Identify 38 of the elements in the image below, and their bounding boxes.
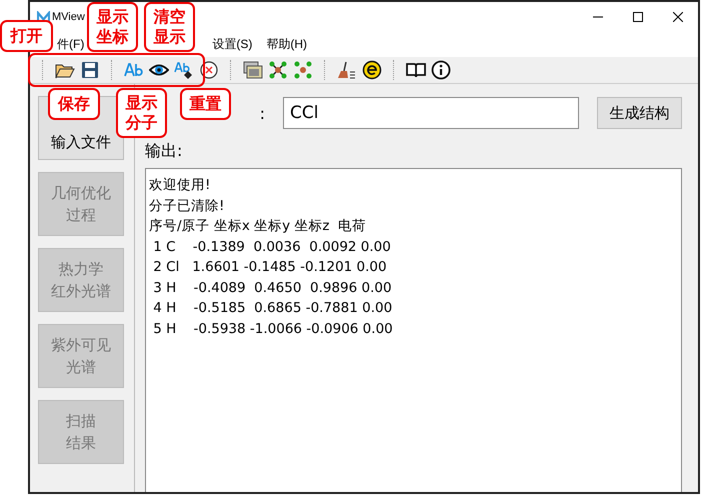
windows-icon[interactable] [243, 60, 263, 80]
output-line: 分子已清除! [149, 196, 226, 216]
maximize-icon[interactable] [633, 12, 643, 22]
menu-item[interactable]: 帮助(H) [266, 34, 307, 55]
input-label: : [258, 104, 265, 122]
book-icon[interactable] [406, 60, 426, 80]
window-title: MView [52, 11, 85, 23]
e-icon[interactable] [362, 60, 382, 80]
output-line: 5 H -0.5938 -1.0066 -0.0906 0.00 [152, 320, 394, 338]
clear-icon[interactable] [199, 60, 219, 80]
output-line: 2 Cl 1.6601 -0.1485 -0.1201 0.00 [152, 258, 388, 277]
save-icon[interactable] [80, 60, 100, 80]
app-icon [37, 10, 50, 24]
callout-label: 坐标 [96, 27, 128, 47]
callout-label: 显示 [154, 27, 186, 47]
callout-label: 保存 [58, 94, 90, 114]
callout-label: 显示 [126, 93, 158, 113]
callout-label: 清空 [154, 7, 186, 27]
callout-label: 打开 [10, 26, 42, 46]
close-icon[interactable] [673, 12, 683, 22]
text-eraser-icon[interactable] [174, 60, 194, 80]
menu-item[interactable]: 设置(S) [212, 34, 252, 55]
callout-label: 分子 [126, 113, 158, 133]
output-line: 1 C -0.1389 0.0036 0.0092 0.00 [152, 238, 392, 256]
callout-label: 重置 [190, 94, 222, 114]
output-line: 4 H -0.5185 0.6865 -0.7881 0.00 [152, 299, 394, 318]
input-field[interactable]: CCl [283, 97, 579, 129]
output-line: 欢迎使用! [149, 176, 212, 195]
output-line: 序号/原子 坐标x 坐标y 坐标z 电荷 [149, 217, 368, 236]
atoms-icon[interactable] [293, 60, 313, 80]
broom-icon[interactable] [337, 60, 357, 80]
generate-button[interactable]: 生成结构 [597, 97, 682, 129]
output-label: 输出: [145, 141, 184, 162]
molecule-icon[interactable] [268, 60, 288, 80]
callout-label: 显示 [96, 7, 128, 27]
output-line: 3 H -0.4089 0.4650 0.9896 0.00 [152, 278, 393, 298]
info-icon[interactable] [431, 60, 451, 80]
menu-item[interactable]: 件(F) [57, 34, 84, 55]
